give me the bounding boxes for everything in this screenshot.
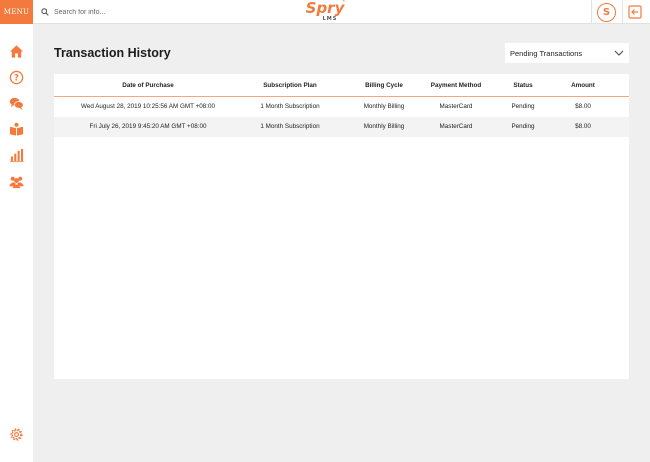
sidebar-item-reports[interactable] <box>8 147 25 164</box>
cell-amount: $8.00 <box>575 123 591 130</box>
transactions-table: Date of Purchase Subscription Plan Billi… <box>54 74 629 379</box>
divider <box>591 0 592 24</box>
search-box[interactable] <box>41 6 254 18</box>
question-icon: ? <box>9 70 24 85</box>
column-header-billing[interactable]: Billing Cycle <box>338 82 430 89</box>
svg-text:?: ? <box>14 73 19 83</box>
sidebar: ? <box>0 24 33 462</box>
logout-icon[interactable] <box>628 5 642 19</box>
cell-plan: 1 Month Subscription <box>260 123 320 130</box>
gear-icon[interactable] <box>9 427 24 442</box>
sidebar-item-users[interactable] <box>8 173 25 190</box>
table-row[interactable]: Fri July 26, 2019 9:45:20 AM GMT +08:00 … <box>54 117 629 137</box>
cell-date: Fri July 26, 2019 9:45:20 AM GMT +08:00 <box>89 123 207 130</box>
search-icon <box>41 8 49 16</box>
column-header-amount[interactable]: Amount <box>554 82 612 89</box>
app-logo: Spry * LMS <box>303 0 347 24</box>
sidebar-item-home[interactable] <box>8 43 25 60</box>
badge-glyph: S <box>602 7 611 18</box>
cell-billing: Monthly Billing <box>363 103 405 110</box>
cell-amount: $8.00 <box>575 103 591 110</box>
table-row[interactable]: Wed August 28, 2019 10:25:56 AM GMT +08:… <box>54 97 629 117</box>
column-header-status[interactable]: Status <box>492 82 554 89</box>
cell-billing: Monthly Billing <box>363 123 405 130</box>
sidebar-item-help[interactable]: ? <box>8 69 25 86</box>
page-title: Transaction History <box>54 46 171 60</box>
transaction-filter-dropdown[interactable]: Pending Transactions <box>505 43 629 63</box>
logo-wordmark: Spry <box>305 0 345 17</box>
menu-button[interactable]: MENU <box>0 0 33 24</box>
logo-star: * <box>342 0 345 6</box>
divider <box>622 0 623 24</box>
sidebar-item-courses[interactable] <box>8 121 25 138</box>
cell-payment: MasterCard <box>439 103 473 110</box>
top-bar: MENU Spry * LMS S <box>0 0 650 24</box>
sidebar-item-chat[interactable] <box>8 95 25 112</box>
table-header: Date of Purchase Subscription Plan Billi… <box>54 74 629 97</box>
chat-icon <box>9 97 24 111</box>
users-icon <box>9 176 24 189</box>
cell-status: Pending <box>511 103 535 110</box>
cell-status: Pending <box>511 123 535 130</box>
book-icon <box>9 122 24 136</box>
bar-chart-icon <box>9 148 24 163</box>
column-header-date[interactable]: Date of Purchase <box>54 82 242 89</box>
home-icon <box>9 45 24 58</box>
column-header-plan[interactable]: Subscription Plan <box>242 82 338 89</box>
cell-plan: 1 Month Subscription <box>260 103 320 110</box>
filter-selected-value: Pending Transactions <box>510 48 583 58</box>
subscription-badge-button[interactable]: S <box>597 3 616 22</box>
cell-date: Wed August 28, 2019 10:25:56 AM GMT +08:… <box>80 103 216 110</box>
chevron-down-icon <box>614 50 624 56</box>
search-input[interactable] <box>54 8 254 16</box>
column-header-payment[interactable]: Payment Method <box>420 82 492 89</box>
cell-payment: MasterCard <box>439 123 473 130</box>
